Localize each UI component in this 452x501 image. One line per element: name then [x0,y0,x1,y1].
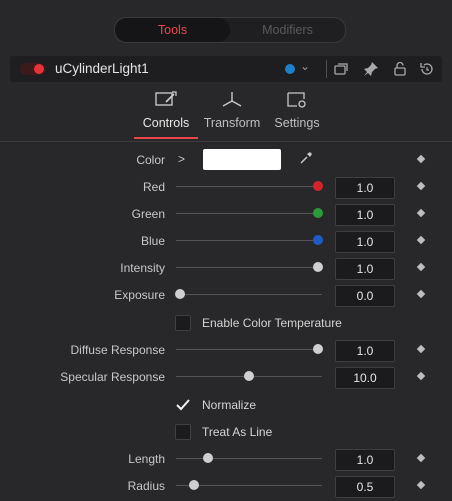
param-row-length: Length 1.0 [0,447,452,471]
tab-settings[interactable]: Settings [262,90,332,130]
slider-knob-specular-response[interactable] [244,371,254,381]
param-row-blue: Blue 1.0 [0,229,452,253]
tab-controls[interactable]: Controls [131,90,201,130]
checkbox-label-treat-as-line[interactable]: Treat As Line [202,425,272,439]
node-color-dot[interactable] [285,64,295,74]
keyframe-diamond-icon[interactable] [416,344,426,354]
checkbox-normalize[interactable] [175,397,191,413]
param-row-color: Color > [0,148,452,172]
param-label-exposure: Exposure [114,288,165,302]
lock-icon[interactable] [391,60,409,78]
value-field-radius[interactable]: 0.5 [335,476,395,498]
param-label-diffuse-response: Diffuse Response [70,343,166,357]
param-row-enable-color-temperature: Enable Color Temperature [0,311,452,335]
keyframe-diamond-icon[interactable] [416,480,426,490]
value-field-blue[interactable]: 1.0 [335,231,395,253]
param-row-diffuse-response: Diffuse Response 1.0 [0,338,452,362]
param-label-green: Green [131,207,165,221]
eyedropper-icon[interactable] [298,150,314,166]
param-label-red: Red [142,180,165,194]
keyframe-diamond-icon[interactable] [416,154,426,164]
value-field-exposure[interactable]: 0.0 [335,285,395,307]
tab-transform-label: Transform [203,116,261,130]
keyframe-diamond-icon[interactable] [416,371,426,381]
slider-track-exposure[interactable] [176,294,322,295]
value-field-diffuse-response[interactable]: 1.0 [335,340,395,362]
checkbox-treat-as-line[interactable] [175,424,191,440]
keyframe-diamond-icon[interactable] [416,208,426,218]
tab-settings-label: Settings [274,116,320,130]
value-field-intensity[interactable]: 1.0 [335,258,395,280]
slider-track-blue[interactable] [176,240,322,241]
color-swatch[interactable] [203,149,281,170]
top-tab-bar: Tools Modifiers [114,17,346,43]
slider-track-length[interactable] [176,458,322,459]
keyframe-diamond-icon[interactable] [416,289,426,299]
slider-knob-exposure[interactable] [175,289,185,299]
keyframe-diamond-icon[interactable] [416,262,426,272]
slider-track-intensity[interactable] [176,267,322,268]
checkbox-label-enable-color-temperature[interactable]: Enable Color Temperature [202,316,342,330]
value-field-green[interactable]: 1.0 [335,204,395,226]
param-row-green: Green 1.0 [0,202,452,226]
param-row-normalize: Normalize [0,393,452,417]
param-label-radius: Radius [127,479,165,493]
node-header: uCylinderLight1 ⌄ [10,56,442,82]
inspector-panel: Tools Modifiers uCylinderLight1 ⌄ Contro… [0,0,452,501]
param-row-intensity: Intensity 1.0 [0,256,452,280]
pin-icon[interactable] [362,60,380,78]
section-divider [0,141,452,142]
param-row-exposure: Exposure 0.0 [0,283,452,307]
slider-knob-red[interactable] [313,181,323,191]
versions-icon[interactable] [332,60,350,78]
toggle-knob-icon [34,64,44,74]
active-tab-underline [134,137,198,139]
node-name: uCylinderLight1 [55,61,149,76]
param-label-color: Color [136,153,165,167]
tab-modifiers[interactable]: Modifiers [230,18,345,42]
slider-track-green[interactable] [176,213,322,214]
param-row-treat-as-line: Treat As Line [0,420,452,444]
settings-gear-icon [287,92,306,108]
tab-tools[interactable]: Tools [115,18,230,42]
param-label-blue: Blue [140,234,165,248]
controls-icon [155,91,177,106]
checkbox-enable-color-temperature[interactable] [175,315,191,331]
slider-knob-green[interactable] [313,208,323,218]
chevron-down-icon[interactable]: ⌄ [300,59,310,73]
slider-knob-blue[interactable] [313,235,323,245]
header-divider [326,60,327,78]
slider-track-diffuse-response[interactable] [176,349,322,350]
param-label-length: Length [128,452,165,466]
checkmark-icon [176,399,190,411]
slider-knob-diffuse-response[interactable] [313,344,323,354]
slider-knob-length[interactable] [202,453,213,463]
checkbox-label-normalize[interactable]: Normalize [202,398,256,412]
value-field-specular-response[interactable]: 10.0 [335,367,395,389]
param-row-red: Red 1.0 [0,175,452,199]
keyframe-diamond-icon[interactable] [416,453,426,463]
value-field-red[interactable]: 1.0 [335,177,395,199]
node-enable-toggle[interactable] [20,63,46,75]
tab-transform[interactable]: Transform [197,90,267,130]
slider-knob-radius[interactable] [188,480,199,490]
param-label-intensity: Intensity [120,261,165,275]
param-label-specular-response: Specular Response [60,370,165,384]
reset-icon[interactable] [418,60,436,78]
tab-controls-label: Controls [142,116,190,130]
keyframe-diamond-icon[interactable] [416,181,426,191]
value-field-length[interactable]: 1.0 [335,449,395,471]
transform-axis-icon [222,92,242,107]
param-row-specular-response: Specular Response 10.0 [0,365,452,389]
keyframe-diamond-icon[interactable] [416,235,426,245]
expand-chevron-icon[interactable]: > [178,152,185,166]
param-row-radius: Radius 0.5 [0,474,452,498]
slider-knob-intensity[interactable] [313,262,323,272]
slider-track-red[interactable] [176,186,322,187]
